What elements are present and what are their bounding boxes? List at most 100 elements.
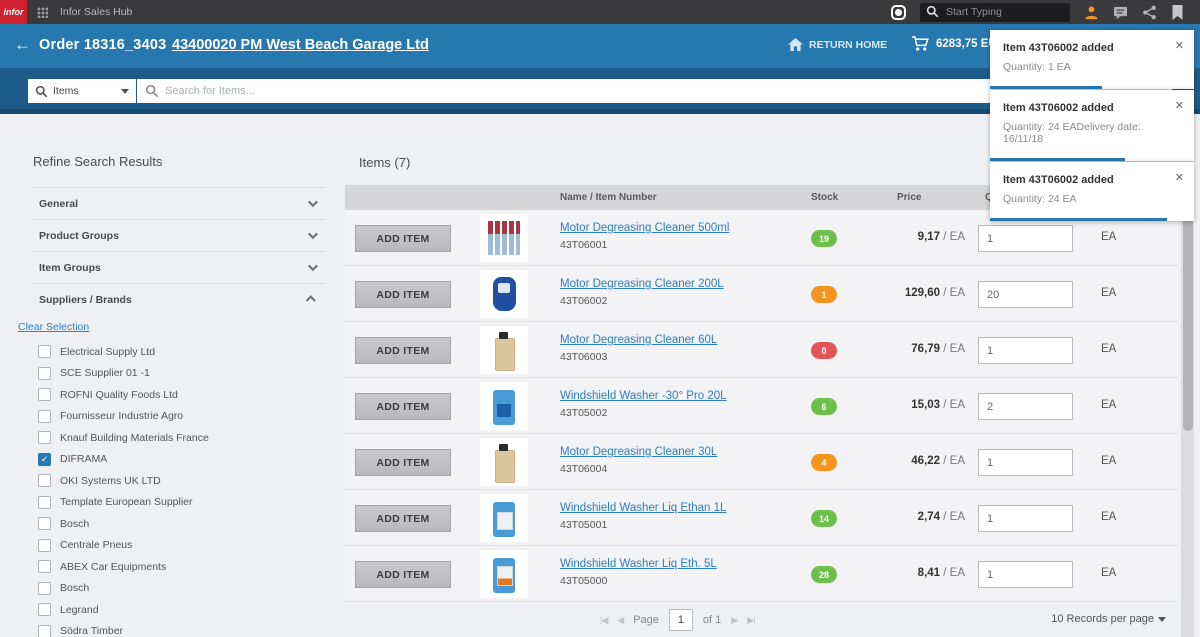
sidebar-filter-section[interactable]: Suppliers / Brands [33,283,325,315]
add-item-button[interactable]: ADD ITEM [355,281,451,308]
search-category-dropdown[interactable]: Items [28,79,136,103]
supplier-filter-item[interactable]: ✓ ABEX Car Equipments [38,556,333,578]
supplier-filter-item[interactable]: ✓ Bosch [38,513,333,535]
item-search-input[interactable] [165,85,1065,97]
checkbox[interactable]: ✓ [38,625,51,637]
supplier-filter-item[interactable]: ✓ Knauf Building Materials France [38,427,333,449]
item-name-link[interactable]: Windshield Washer Liq Ethan 1L [560,502,830,514]
session-indicator-icon[interactable] [891,5,906,20]
global-search[interactable] [920,3,1070,22]
checkbox[interactable]: ✓ [38,517,51,530]
next-page-button[interactable]: ▶ [731,615,737,626]
close-icon[interactable]: ✕ [1175,39,1184,52]
supplier-filter-item[interactable]: ✓ OKI Systems UK LTD [38,470,333,492]
sidebar-filter-section[interactable]: General [33,187,325,219]
back-button[interactable]: ← [14,35,31,55]
chevron-icon [308,261,318,271]
infor-logo[interactable]: infor [0,0,27,24]
records-per-page-label: 10 Records per page [1051,613,1154,625]
last-page-button[interactable]: ▶| [747,615,754,626]
add-item-button[interactable]: ADD ITEM [355,225,451,252]
column-header-price: Price [897,192,921,203]
supplier-filter-item[interactable]: ✓ Södra Timber [38,621,333,637]
price-cell: 8,41 / EA [865,567,965,579]
item-name-link[interactable]: Motor Degreasing Cleaner 500ml [560,222,830,234]
sidebar-filter-section[interactable]: Product Groups [33,219,325,251]
price-cell: 15,03 / EA [865,399,965,411]
refine-search-sidebar: Refine Search Results General Product Gr… [15,114,333,637]
toast-title: Item 43T06002 added [1003,42,1182,54]
checkbox[interactable]: ✓ [38,410,51,423]
supplier-filter-item[interactable]: ✓ Template European Supplier [38,492,333,514]
add-item-button[interactable]: ADD ITEM [355,505,451,532]
supplier-filter-item[interactable]: ✓ SCE Supplier 01 -1 [38,363,333,385]
sidebar-filter-section[interactable]: Item Groups [33,251,325,283]
supplier-label: Template European Supplier [60,496,193,508]
product-image [480,270,528,318]
checkbox[interactable]: ✓ [38,603,51,616]
cart-icon [912,36,929,52]
toast-progress-bar [990,86,1102,89]
bookmark-icon[interactable] [1171,5,1186,20]
section-label: Product Groups [39,230,119,242]
checkbox[interactable]: ✓ [38,474,51,487]
supplier-filter-item[interactable]: ✓ Bosch [38,578,333,600]
quantity-input[interactable] [978,505,1073,532]
price-value: 129,60 [905,287,940,299]
toast-progress-bar [990,158,1125,161]
section-label: General [39,198,78,210]
share-icon[interactable] [1142,5,1157,20]
checkbox[interactable]: ✓ [38,367,51,380]
customer-link[interactable]: 43400020 PM West Beach Garage Ltd [172,37,429,53]
close-icon[interactable]: ✕ [1175,171,1184,184]
close-icon[interactable]: ✕ [1175,99,1184,112]
supplier-filter-item[interactable]: ✓ Centrale Pneus [38,535,333,557]
toast-notifications: Item 43T06002 added Quantity: 1 EA ✕ Ite… [990,30,1194,222]
supplier-filter-item[interactable]: ✓ Electrical Supply Ltd [38,341,333,363]
quantity-input[interactable] [978,225,1073,252]
quantity-input[interactable] [978,393,1073,420]
stock-badge: 14 [811,510,837,527]
supplier-filter-item[interactable]: ✓ Legrand [38,599,333,621]
prev-page-button[interactable]: ◀ [617,615,623,626]
add-item-button[interactable]: ADD ITEM [355,561,451,588]
stock-badge: 19 [811,230,837,247]
item-name-link[interactable]: Motor Degreasing Cleaner 200L [560,278,830,290]
page-number-input[interactable] [669,609,693,631]
item-name-link[interactable]: Windshield Washer -30° Pro 20L [560,390,830,402]
checkbox[interactable]: ✓ [38,453,51,466]
chat-icon[interactable] [1113,5,1128,20]
clear-selection-link[interactable]: Clear Selection [18,321,333,333]
add-item-button[interactable]: ADD ITEM [355,449,451,476]
item-name-link[interactable]: Motor Degreasing Cleaner 60L [560,334,830,346]
checkbox[interactable]: ✓ [38,345,51,358]
item-name-link[interactable]: Windshield Washer Liq Eth. 5L [560,558,830,570]
supplier-filter-item[interactable]: ✓ ROFNI Quality Foods Ltd [38,384,333,406]
quantity-input[interactable] [978,561,1073,588]
add-item-button[interactable]: ADD ITEM [355,337,451,364]
supplier-filter-item[interactable]: ✓ DIFRAMA [38,449,333,471]
item-name-link[interactable]: Motor Degreasing Cleaner 30L [560,446,830,458]
return-home-button[interactable]: RETURN HOME [788,38,887,51]
quantity-input[interactable] [978,337,1073,364]
app-name: Infor Sales Hub [60,6,132,18]
checkbox[interactable]: ✓ [38,539,51,552]
item-row: ADD ITEM Motor Degreasing Cleaner 30L 43… [345,434,1178,490]
quantity-input[interactable] [978,449,1073,476]
checkbox[interactable]: ✓ [38,582,51,595]
app-grid-icon[interactable] [37,7,48,18]
scrollbar-thumb[interactable] [1183,206,1193,431]
global-search-input[interactable] [946,6,1056,18]
vertical-scrollbar[interactable] [1181,200,1194,637]
product-image [480,494,528,542]
add-item-button[interactable]: ADD ITEM [355,393,451,420]
user-icon[interactable] [1084,5,1099,20]
checkbox[interactable]: ✓ [38,388,51,401]
checkbox[interactable]: ✓ [38,431,51,444]
records-per-page-dropdown[interactable]: 10 Records per page [1051,613,1166,625]
quantity-input[interactable] [978,281,1073,308]
first-page-button[interactable]: |◀ [600,615,607,626]
supplier-filter-item[interactable]: ✓ Fournisseur Industrie Agro [38,406,333,428]
checkbox[interactable]: ✓ [38,496,51,509]
checkbox[interactable]: ✓ [38,560,51,573]
